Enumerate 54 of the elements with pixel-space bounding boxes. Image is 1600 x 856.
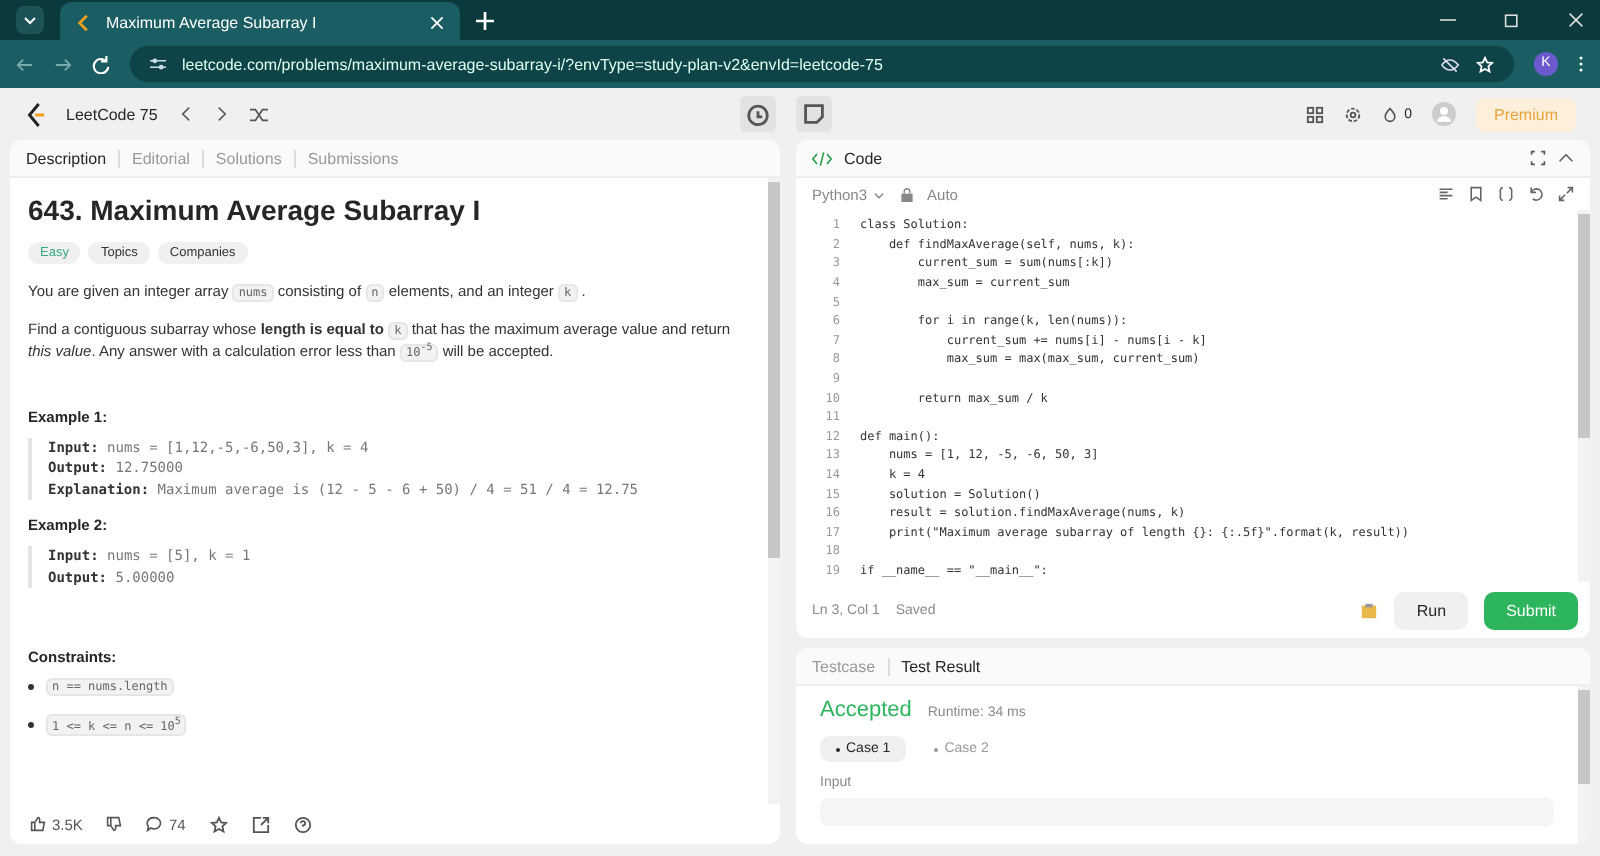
help-icon[interactable] bbox=[293, 815, 312, 833]
panel-title: Code bbox=[844, 149, 883, 167]
panel-tab[interactable]: Editorial bbox=[132, 149, 190, 167]
panel-tab[interactable]: Testcase bbox=[812, 657, 876, 675]
chevron-left-icon[interactable] bbox=[177, 106, 194, 122]
more-icon[interactable] bbox=[1578, 54, 1584, 74]
scratchpad-icon[interactable] bbox=[1360, 601, 1379, 619]
address-bar[interactable]: leetcode.com/problems/maximum-average-subarray-i/?envType=study-plan-v2&envId=leetcode-75 bbox=[130, 46, 1514, 82]
dislike-icon[interactable] bbox=[106, 816, 123, 832]
tab-title: Maximum Average Subarray I bbox=[106, 13, 319, 31]
panel-tab[interactable]: Test Result bbox=[901, 657, 981, 675]
scrollbar[interactable] bbox=[1578, 686, 1590, 844]
restore-icon[interactable] bbox=[1504, 12, 1520, 28]
close-icon[interactable] bbox=[1568, 12, 1584, 28]
run-button[interactable]: Run bbox=[1394, 591, 1469, 629]
logo-icon[interactable] bbox=[24, 101, 46, 127]
lock-icon bbox=[899, 187, 914, 201]
verdict-text: Accepted bbox=[820, 698, 912, 722]
undo-icon[interactable] bbox=[1528, 186, 1544, 202]
submit-button[interactable]: Submit bbox=[1484, 591, 1578, 629]
back-icon[interactable] bbox=[16, 55, 34, 73]
eye-off-icon[interactable] bbox=[1440, 55, 1460, 73]
format-icon[interactable] bbox=[1438, 186, 1454, 202]
panel-tab[interactable]: Submissions bbox=[307, 149, 399, 167]
new-tab-icon[interactable] bbox=[476, 11, 494, 29]
forward-icon[interactable] bbox=[54, 55, 72, 73]
panel-tab[interactable]: Solutions bbox=[215, 149, 282, 167]
browser-tab[interactable]: Maximum Average Subarray I bbox=[60, 2, 460, 42]
study-plan-link[interactable]: LeetCode 75 bbox=[66, 105, 158, 123]
grid-icon[interactable] bbox=[1306, 105, 1325, 123]
site-settings-icon[interactable] bbox=[150, 56, 166, 72]
note-icon[interactable] bbox=[796, 96, 833, 132]
logo-icon bbox=[76, 13, 94, 31]
panel-tab[interactable]: Description bbox=[26, 149, 107, 167]
comment-icon[interactable] bbox=[146, 816, 163, 832]
bookmark-icon[interactable] bbox=[1468, 186, 1484, 202]
url-text: leetcode.com/problems/maximum-average-subarray-i/?envType=study-plan-v2&envId=leetcode-75 bbox=[182, 55, 883, 73]
collapse-icon[interactable] bbox=[1558, 150, 1574, 166]
alarm-icon[interactable] bbox=[740, 96, 777, 132]
chevron-right-icon[interactable] bbox=[213, 106, 230, 122]
problem-title: 643. Maximum Average Subarray I bbox=[28, 194, 483, 226]
scrollbar[interactable] bbox=[1578, 210, 1590, 582]
code-icon bbox=[812, 149, 832, 167]
expand-icon[interactable] bbox=[1558, 186, 1574, 202]
fullscreen-icon[interactable] bbox=[1530, 150, 1546, 166]
scrollbar[interactable] bbox=[768, 178, 780, 804]
settings-icon[interactable] bbox=[1344, 105, 1363, 123]
caret-icon bbox=[871, 187, 886, 201]
share-icon[interactable] bbox=[251, 815, 270, 833]
shuffle-icon[interactable] bbox=[249, 105, 268, 123]
star-icon[interactable] bbox=[209, 815, 228, 833]
thumbs-up-icon[interactable] bbox=[30, 816, 46, 832]
braces-icon[interactable] bbox=[1498, 186, 1514, 202]
reload-icon[interactable] bbox=[92, 55, 110, 73]
